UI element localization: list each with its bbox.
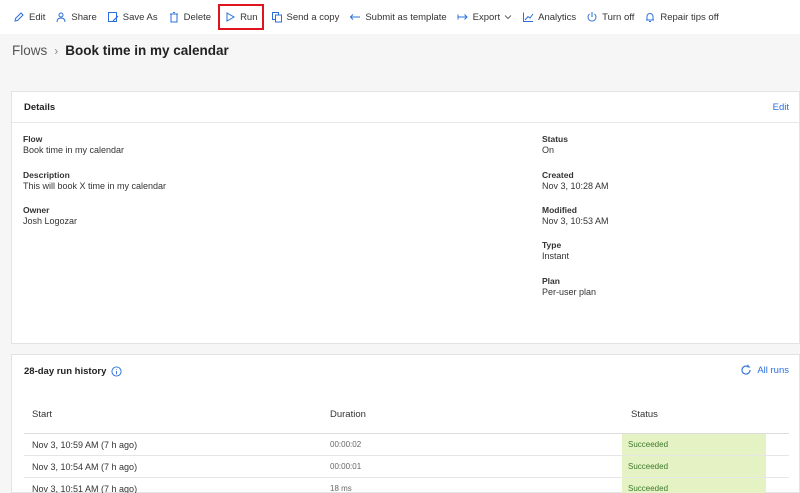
trash-icon	[169, 12, 178, 23]
play-icon	[226, 12, 236, 22]
column-header-start[interactable]: Start	[32, 409, 52, 420]
row-duration: 00:00:02	[330, 440, 362, 449]
row-duration: 18 ms	[330, 484, 352, 493]
run-history-title: 28-day run history	[24, 366, 107, 377]
breadcrumb-separator-icon: ›	[54, 43, 59, 58]
power-icon	[587, 12, 597, 22]
export-icon	[457, 14, 468, 20]
modified-value: Nov 3, 10:53 AM	[542, 216, 609, 226]
row-duration: 00:00:01	[330, 462, 362, 471]
share-label: Share	[71, 11, 97, 23]
row-status-badge: Succeeded	[622, 456, 766, 477]
row-start: Nov 3, 10:51 AM (7 h ago)	[32, 484, 138, 493]
plan-label: Plan	[542, 276, 560, 286]
analytics-label: Analytics	[538, 11, 577, 23]
breadcrumb: Flows › Book time in my calendar	[12, 43, 229, 58]
pencil-icon	[14, 12, 24, 22]
submit-template-button[interactable]: Submit as template	[344, 4, 451, 30]
repair-tips-label: Repair tips off	[660, 11, 719, 23]
details-edit-link[interactable]: Edit	[773, 102, 789, 113]
description-field: Description This will book X time in my …	[23, 170, 166, 192]
details-title: Details	[24, 102, 56, 113]
command-bar: Edit Share Save As Delete Run Send a cop…	[0, 0, 800, 34]
analytics-button[interactable]: Analytics	[517, 4, 581, 30]
owner-field: Owner Josh Logozar	[23, 205, 77, 227]
delete-label: Delete	[183, 11, 212, 23]
all-runs-label: All runs	[757, 364, 789, 376]
run-button[interactable]: Run	[218, 4, 264, 30]
owner-value: Josh Logozar	[23, 216, 78, 226]
flow-label: Flow	[23, 134, 43, 144]
bell-icon	[646, 13, 655, 22]
send-copy-label: Send a copy	[286, 11, 340, 23]
submit-template-label: Submit as template	[365, 11, 447, 23]
column-header-duration[interactable]: Duration	[330, 409, 366, 420]
run-label: Run	[240, 11, 258, 23]
plan-field: Plan Per-user plan	[542, 276, 596, 298]
plan-value: Per-user plan	[542, 287, 597, 297]
created-label: Created	[542, 170, 574, 180]
chevron-down-icon	[504, 15, 512, 20]
delete-button[interactable]: Delete	[163, 4, 216, 30]
row-start: Nov 3, 10:59 AM (7 h ago)	[32, 440, 138, 450]
share-icon	[56, 12, 66, 23]
repair-tips-button[interactable]: Repair tips off	[639, 4, 723, 30]
turn-off-button[interactable]: Turn off	[581, 4, 639, 30]
breadcrumb-flows-link[interactable]: Flows	[12, 43, 47, 58]
row-start: Nov 3, 10:54 AM (7 h ago)	[32, 462, 138, 472]
share-button[interactable]: Share	[50, 4, 101, 30]
save-as-button[interactable]: Save As	[102, 4, 163, 30]
row-status-badge: Succeeded	[622, 478, 766, 493]
copy-icon	[271, 12, 282, 23]
flow-field: Flow Book time in my calendar	[23, 134, 124, 156]
details-divider	[12, 122, 799, 123]
table-row[interactable]: Nov 3, 10:51 AM (7 h ago) 18 ms Succeede…	[24, 478, 789, 493]
edit-label: Edit	[29, 11, 46, 23]
all-runs-link[interactable]: All runs	[740, 364, 789, 376]
type-value: Instant	[542, 251, 570, 261]
refresh-icon	[741, 364, 751, 375]
table-row[interactable]: Nov 3, 10:54 AM (7 h ago) 00:00:01 Succe…	[24, 456, 789, 478]
edit-button[interactable]: Edit	[8, 4, 50, 30]
modified-field: Modified Nov 3, 10:53 AM	[542, 205, 609, 227]
page-title: Book time in my calendar	[65, 43, 229, 58]
arrow-left-icon	[350, 14, 361, 20]
run-history-card: 28-day run history All runs Start Durati…	[11, 354, 800, 493]
info-icon[interactable]	[111, 366, 122, 377]
type-field: Type Instant	[542, 240, 569, 262]
export-label: Export	[472, 11, 501, 23]
created-value: Nov 3, 10:28 AM	[542, 181, 609, 191]
details-card: Details Edit Flow Book time in my calend…	[11, 91, 800, 344]
turn-off-label: Turn off	[602, 11, 635, 23]
export-dropdown[interactable]: Export	[452, 4, 517, 30]
owner-label: Owner	[23, 205, 50, 215]
send-copy-button[interactable]: Send a copy	[266, 4, 345, 30]
analytics-icon	[523, 12, 534, 22]
type-label: Type	[542, 240, 562, 250]
column-header-status[interactable]: Status	[631, 409, 658, 420]
description-label: Description	[23, 170, 70, 180]
status-field: Status On	[542, 134, 568, 156]
run-history-header: 28-day run history	[24, 366, 122, 377]
status-label: Status	[542, 134, 568, 144]
modified-label: Modified	[542, 205, 577, 215]
status-value: On	[542, 145, 555, 155]
save-as-icon	[107, 12, 119, 22]
save-as-label: Save As	[122, 11, 158, 23]
flow-value: Book time in my calendar	[23, 145, 125, 155]
created-field: Created Nov 3, 10:28 AM	[542, 170, 609, 192]
table-row[interactable]: Nov 3, 10:59 AM (7 h ago) 00:00:02 Succe…	[24, 434, 789, 456]
description-value: This will book X time in my calendar	[23, 181, 167, 191]
row-status-badge: Succeeded	[622, 434, 766, 455]
